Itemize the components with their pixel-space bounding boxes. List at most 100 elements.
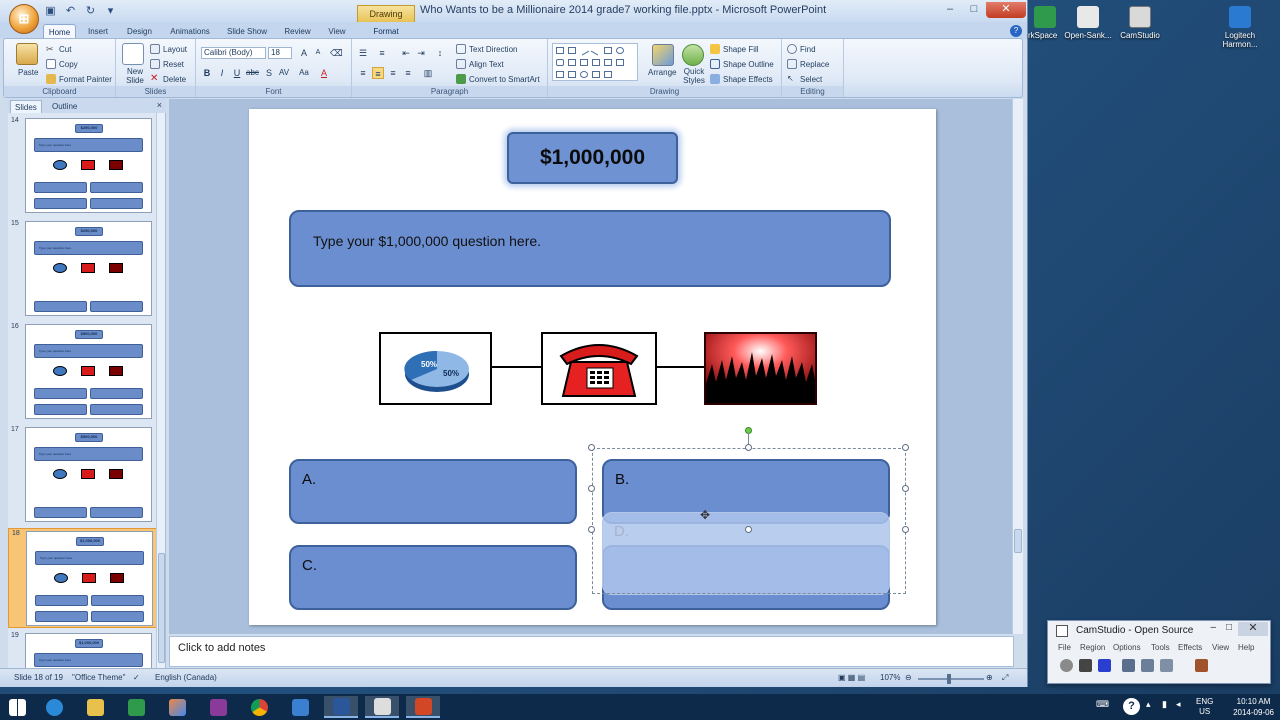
cam-menu-tools[interactable]: Tools	[1151, 643, 1170, 652]
zoom-slider[interactable]	[918, 678, 984, 680]
strikethrough-icon[interactable]: abc	[246, 67, 259, 79]
slide-thumbnail-17[interactable]: 17 $500,000 Type your question here	[8, 425, 158, 525]
taskbar-chrome[interactable]	[242, 696, 276, 718]
language[interactable]: English (Canada)	[155, 673, 217, 682]
triangle-shape-icon[interactable]	[568, 59, 576, 66]
resize-handle-se[interactable]	[902, 526, 909, 533]
tab-review[interactable]: Review	[280, 24, 315, 39]
record-icon[interactable]	[1060, 659, 1073, 672]
cut-button[interactable]: ✂ Cut	[46, 44, 71, 54]
align-right-icon[interactable]: ≡	[387, 67, 399, 79]
qat-dropdown-icon[interactable]: ▾	[104, 5, 117, 17]
font-family-select[interactable]: Calibri (Body)	[201, 47, 266, 59]
prize-box[interactable]: $1,000,000	[507, 132, 678, 184]
paste-button[interactable]: Paste	[18, 68, 38, 77]
tab-slide-show[interactable]: Slide Show	[222, 24, 272, 39]
slide-thumbnail-16[interactable]: 16 $500,000 Type your question here	[8, 322, 158, 422]
camstudio-minimize[interactable]: –	[1210, 622, 1216, 633]
tab-format[interactable]: Format	[367, 24, 405, 39]
shapes-gallery[interactable]	[552, 43, 638, 81]
columns-icon[interactable]: ▥	[422, 67, 434, 79]
slide-scroll-thumb[interactable]	[1014, 529, 1022, 553]
redo-icon[interactable]: ↻	[84, 5, 97, 17]
question-box[interactable]: Type your $1,000,000 question here.	[289, 210, 891, 287]
cam-menu-region[interactable]: Region	[1080, 643, 1105, 652]
shape-fill-button[interactable]: Shape Fill	[710, 44, 759, 54]
arc-shape-icon[interactable]	[580, 71, 588, 78]
volume-icon[interactable]: ◂	[1176, 699, 1181, 710]
tray-chevron-icon[interactable]: ▴	[1146, 699, 1151, 710]
replace-button[interactable]: Replace	[787, 59, 829, 69]
taskbar-store[interactable]	[119, 696, 153, 718]
align-center-icon[interactable]: ≡	[372, 67, 384, 79]
office-button[interactable]: ⊞	[9, 4, 39, 34]
taskbar-explorer[interactable]	[78, 696, 112, 718]
taskbar-onenote[interactable]	[201, 696, 235, 718]
line-spacing-icon[interactable]: ↕	[434, 47, 446, 59]
select-button[interactable]: ↖ Select	[787, 74, 822, 84]
connector-shape-icon[interactable]	[592, 59, 600, 66]
slide-thumbnail-15[interactable]: 15 $250,000 Type your question here	[8, 219, 158, 319]
options-icon[interactable]	[1141, 659, 1154, 672]
line-shape-icon[interactable]	[578, 45, 590, 56]
decrease-indent-icon[interactable]: ⇤	[400, 47, 412, 59]
tab-design[interactable]: Design	[122, 24, 157, 39]
freeform-shape-icon[interactable]	[568, 71, 576, 78]
desktop-icon-camstudio[interactable]: CamStudio	[1110, 6, 1170, 40]
minimize-button[interactable]: –	[938, 2, 962, 18]
quick-styles-icon[interactable]	[682, 44, 704, 66]
change-case-icon[interactable]: Aa	[298, 67, 310, 79]
lifeline-fifty-fifty[interactable]: 50% 50%	[379, 332, 492, 405]
quick-styles-button[interactable]: Quick Styles	[679, 67, 709, 85]
cam-menu-help[interactable]: Help	[1238, 643, 1254, 652]
camstudio-maximize[interactable]: □	[1226, 622, 1232, 633]
desktop-icon-open-sankore[interactable]: Open-Sank...	[1058, 6, 1118, 40]
taskbar-word[interactable]	[324, 696, 358, 718]
selection-frame[interactable]	[592, 448, 906, 594]
taskbar-app7[interactable]	[283, 696, 317, 718]
stop-icon[interactable]	[1098, 659, 1111, 672]
arrow-shape-icon[interactable]	[604, 59, 612, 66]
close-pane-icon[interactable]: ×	[157, 100, 162, 110]
pane-scrollbar[interactable]	[156, 113, 165, 669]
camstudio-close[interactable]: ✕	[1238, 622, 1268, 636]
pane-scroll-thumb[interactable]	[158, 553, 165, 663]
tab-animations[interactable]: Animations	[165, 24, 215, 39]
align-left-icon[interactable]: ≡	[357, 67, 369, 79]
numbering-icon[interactable]: ≡	[376, 47, 388, 59]
zoom-slider-thumb[interactable]	[947, 674, 951, 684]
minimize-to-tray-icon[interactable]	[1195, 659, 1208, 672]
rounded-rect-shape-icon[interactable]	[556, 59, 564, 66]
resize-handle-n[interactable]	[745, 444, 752, 451]
taskbar-app4[interactable]	[160, 696, 194, 718]
resize-handle-ne[interactable]	[902, 444, 909, 451]
desktop-icon-logitech[interactable]: Logitech Harmon...	[1210, 6, 1270, 49]
keyboard-icon[interactable]: ⌨	[1096, 699, 1109, 710]
help-tray-icon[interactable]: ?	[1123, 698, 1140, 715]
tab-slides[interactable]: Slides	[10, 100, 42, 113]
pause-icon[interactable]	[1079, 659, 1092, 672]
textbox-shape-icon[interactable]	[568, 47, 576, 54]
cam-menu-file[interactable]: File	[1058, 643, 1071, 652]
star-shape-icon[interactable]	[604, 71, 612, 78]
bold-icon[interactable]: B	[201, 67, 213, 79]
align-text-button[interactable]: Align Text	[456, 59, 504, 69]
zoom-out-icon[interactable]: ⊖	[905, 673, 912, 682]
convert-smartart-button[interactable]: Convert to SmartArt	[456, 74, 540, 84]
taskbar-camstudio[interactable]	[365, 696, 399, 718]
curve-shape-icon[interactable]	[556, 71, 564, 78]
paste-icon[interactable]	[16, 43, 38, 65]
grow-font-icon[interactable]: A	[298, 47, 310, 59]
rectangle-shape-icon[interactable]	[556, 47, 564, 54]
shrink-font-icon[interactable]: A	[312, 47, 324, 59]
rect2-shape-icon[interactable]	[604, 47, 612, 54]
font-color-icon[interactable]: A	[318, 67, 330, 79]
slide-canvas[interactable]: $1,000,000 Type your $1,000,000 question…	[249, 109, 936, 625]
shadow-icon[interactable]: S	[263, 67, 275, 79]
layout-button[interactable]: Layout	[150, 44, 187, 54]
answer-a-box[interactable]: A.	[289, 459, 577, 524]
brace-shape-icon[interactable]	[592, 71, 600, 78]
slide-thumbnail-19[interactable]: 19 $1,000,000 Type your question here	[8, 631, 158, 669]
text-direction-button[interactable]: Text Direction	[456, 44, 517, 54]
shape-effects-button[interactable]: Shape Effects	[710, 74, 773, 84]
